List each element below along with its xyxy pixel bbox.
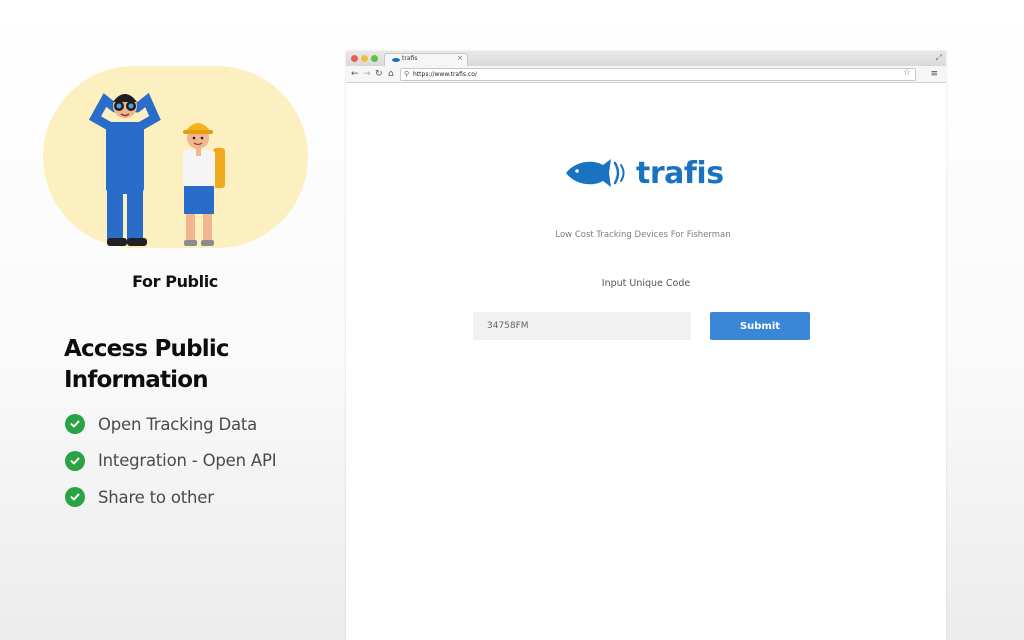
check-circle-icon xyxy=(65,450,85,471)
tab-title: trafis xyxy=(402,55,418,62)
people-illustration xyxy=(43,66,308,248)
feature-item: Open Tracking Data xyxy=(65,406,276,443)
check-circle-icon xyxy=(65,487,85,508)
fullscreen-icon[interactable]: ⤢ xyxy=(936,53,942,63)
search-icon: ⚲ xyxy=(404,70,410,78)
feature-item: Integration - Open API xyxy=(65,443,277,480)
check-circle-icon xyxy=(65,414,85,435)
left-panel: For Public Access Public Information Ope… xyxy=(0,0,340,640)
address-bar[interactable]: ⚲ https://www.trafis.co/ ☆ xyxy=(400,68,916,81)
page-viewport: trafis Low Cost Tracking Devices For Fis… xyxy=(346,83,946,640)
tagline: Low Cost Tracking Devices For Fisherman xyxy=(555,230,731,240)
section-heading: Access Public Information xyxy=(64,336,230,393)
browser-tab-bar: trafis × ⤢ xyxy=(346,51,946,67)
menu-icon[interactable]: ≡ xyxy=(930,68,938,80)
browser-window: trafis × ⤢ ← → ↻ ⌂ ⚲ https://www.trafis.… xyxy=(346,51,946,640)
browser-toolbar: ← → ↻ ⌂ ⚲ https://www.trafis.co/ ☆ ≡ xyxy=(346,66,946,83)
home-icon[interactable]: ⌂ xyxy=(388,68,394,80)
feature-label: Integration - Open API xyxy=(98,451,277,471)
brand-name: trafis xyxy=(636,156,724,191)
feature-label: Open Tracking Data xyxy=(98,414,258,434)
unique-code-input[interactable] xyxy=(473,312,691,340)
forward-arrow-icon[interactable]: → xyxy=(363,68,371,80)
browser-tab[interactable]: trafis × xyxy=(384,53,468,67)
fish-favicon-icon xyxy=(392,58,400,62)
window-zoom-button[interactable] xyxy=(371,55,378,62)
illustration-caption: For Public xyxy=(132,272,218,291)
reload-icon[interactable]: ↻ xyxy=(375,68,383,80)
url-text: https://www.trafis.co/ xyxy=(413,71,477,78)
feature-label: Share to other xyxy=(98,487,214,507)
window-minimize-button[interactable] xyxy=(361,55,368,62)
back-arrow-icon[interactable]: ← xyxy=(351,68,359,80)
bookmark-star-icon[interactable]: ☆ xyxy=(903,68,911,78)
submit-button[interactable]: Submit xyxy=(710,312,810,340)
tab-close-icon[interactable]: × xyxy=(457,54,463,62)
feature-list: Open Tracking Data Integration - Open AP… xyxy=(65,406,277,516)
code-label: Input Unique Code xyxy=(601,278,691,289)
window-close-button[interactable] xyxy=(351,55,358,62)
feature-item: Share to other xyxy=(65,479,276,516)
